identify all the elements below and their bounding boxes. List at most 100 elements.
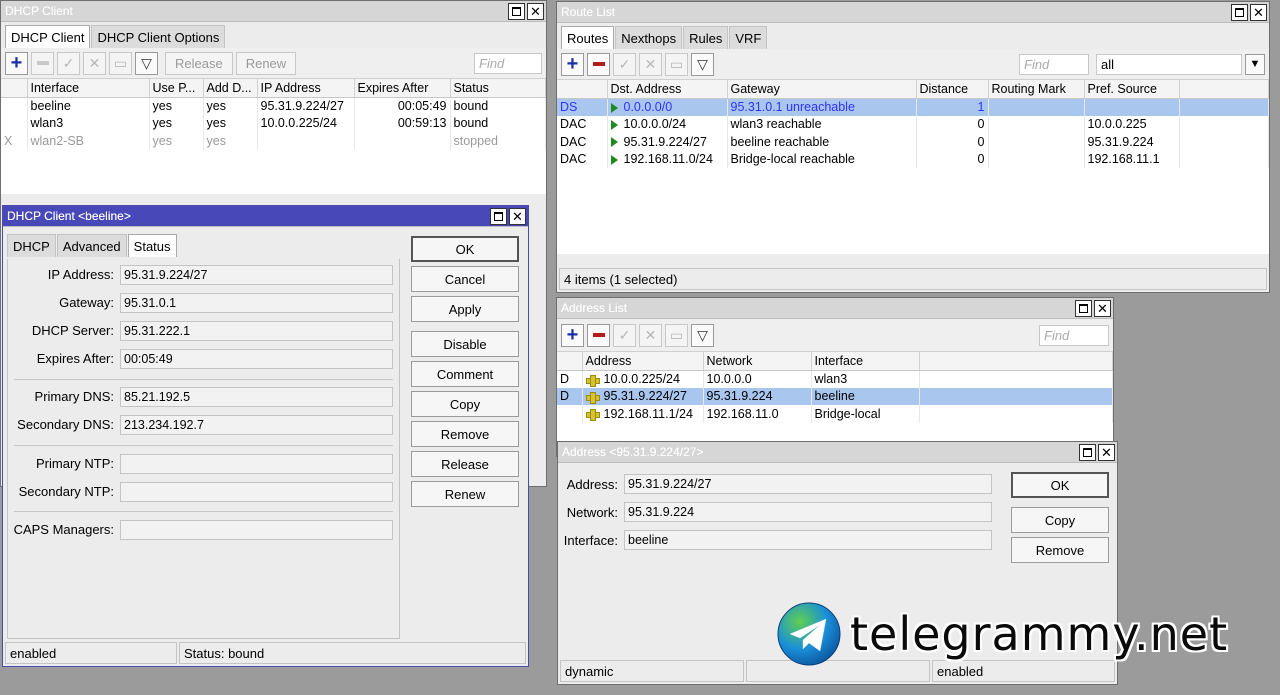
col-status[interactable]: Status — [450, 79, 546, 98]
tab-status[interactable]: Status — [127, 234, 177, 257]
expires-after-field[interactable]: 00:05:49 — [120, 349, 393, 369]
ip-address-field[interactable]: 95.31.9.224/27 — [120, 265, 393, 285]
address-field[interactable]: 95.31.9.224/27 — [624, 474, 992, 494]
tab-advanced[interactable]: Advanced — [56, 234, 127, 257]
table-row[interactable]: DAC 10.0.0.0/24 wlan3 reachable 0 10.0.0… — [557, 115, 1269, 133]
disable-button[interactable]: ✕ — [639, 52, 662, 76]
maximize-icon[interactable] — [1231, 3, 1248, 21]
col-use-peer[interactable]: Use P... — [149, 79, 204, 98]
cancel-button[interactable]: Cancel — [411, 266, 519, 292]
primary-ntp-field[interactable] — [120, 454, 393, 474]
enable-button[interactable]: ✓ — [613, 52, 636, 76]
col-interface[interactable]: Interface — [811, 352, 920, 371]
tab-routes[interactable]: Routes — [561, 26, 615, 49]
comment-button[interactable]: ▭ — [665, 52, 688, 76]
add-button[interactable]: + — [5, 51, 28, 75]
release-button[interactable]: Release — [411, 451, 519, 477]
close-icon[interactable]: ✕ — [509, 207, 526, 225]
add-button[interactable]: + — [561, 323, 584, 347]
maximize-icon[interactable] — [490, 207, 507, 225]
copy-button[interactable]: Copy — [1011, 507, 1109, 533]
close-icon[interactable]: ✕ — [1250, 3, 1267, 21]
dhcp-client-table: Interface Use P... Add D... IP Address E… — [1, 79, 546, 194]
disable-button[interactable]: Disable — [411, 331, 519, 357]
maximize-icon[interactable] — [508, 2, 525, 20]
table-row[interactable]: DAC 192.168.11.0/24 Bridge-local reachab… — [557, 150, 1269, 168]
table-row[interactable]: D 10.0.0.225/24 10.0.0.0 wlan3 — [557, 370, 1113, 388]
maximize-icon[interactable] — [1075, 299, 1092, 317]
col-expires-after[interactable]: Expires After — [354, 79, 451, 98]
table-row[interactable]: 192.168.11.1/24 192.168.11.0 Bridge-loca… — [557, 405, 1113, 423]
ok-button[interactable]: OK — [411, 236, 519, 262]
close-icon[interactable]: ✕ — [1094, 299, 1111, 317]
table-row[interactable]: D 95.31.9.224/27 95.31.9.224 beeline — [557, 387, 1113, 405]
close-icon[interactable]: ✕ — [527, 2, 544, 20]
interface-field[interactable]: beeline — [624, 530, 992, 550]
dhcp-server-field[interactable]: 95.31.222.1 — [120, 321, 393, 341]
enable-button[interactable]: ✓ — [57, 51, 80, 75]
tab-vrf[interactable]: VRF — [729, 26, 768, 49]
col-distance[interactable]: Distance — [916, 80, 989, 99]
network-field[interactable]: 95.31.9.224 — [624, 502, 992, 522]
filter-button[interactable]: ▽ — [691, 52, 714, 76]
comment-button[interactable]: Comment — [411, 361, 519, 387]
enable-button[interactable]: ✓ — [613, 323, 636, 347]
find-input[interactable]: Find — [474, 52, 542, 74]
dhcp-detail-titlebar[interactable]: DHCP Client <beeline> ✕ — [3, 206, 528, 227]
table-row[interactable]: DS 0.0.0.0/0 95.31.0.1 unreachable 1 — [557, 98, 1269, 116]
tab-rules[interactable]: Rules — [683, 26, 729, 49]
copy-button[interactable]: Copy — [411, 391, 519, 417]
col-network[interactable]: Network — [703, 352, 812, 371]
table-row[interactable]: DAC 95.31.9.224/27 beeline reachable 0 9… — [557, 133, 1269, 151]
col-routing-mark[interactable]: Routing Mark — [988, 80, 1085, 99]
tab-dhcp-client[interactable]: DHCP Client — [5, 25, 91, 48]
secondary-dns-field[interactable]: 213.234.192.7 — [120, 415, 393, 435]
apply-button[interactable]: Apply — [411, 296, 519, 322]
col-address[interactable]: Address — [582, 352, 704, 371]
filter-button[interactable]: ▽ — [691, 323, 714, 347]
maximize-icon[interactable] — [1079, 443, 1096, 461]
renew-button[interactable]: Renew — [411, 481, 519, 507]
comment-button[interactable]: ▭ — [665, 323, 688, 347]
ok-button[interactable]: OK — [1011, 472, 1109, 498]
table-row[interactable]: beeline yes yes 95.31.9.224/27 00:05:49 … — [1, 97, 546, 115]
address-icon — [585, 409, 600, 422]
table-row[interactable]: wlan3 yes yes 10.0.0.225/24 00:59:13 bou… — [1, 114, 546, 132]
find-input[interactable]: Find — [1039, 324, 1109, 346]
add-button[interactable]: + — [561, 52, 584, 76]
filter-select[interactable]: all — [1096, 53, 1242, 75]
route-list-titlebar[interactable]: Route List ✕ — [557, 2, 1269, 23]
minus-icon — [592, 333, 605, 337]
disable-button[interactable]: ✕ — [83, 51, 106, 75]
remove-button[interactable] — [587, 323, 610, 347]
col-ip-address[interactable]: IP Address — [257, 79, 355, 98]
col-interface[interactable]: Interface — [27, 79, 150, 98]
close-icon[interactable]: ✕ — [1098, 443, 1115, 461]
address-detail-titlebar[interactable]: Address <95.31.9.224/27> ✕ — [558, 442, 1117, 463]
table-row[interactable]: X wlan2-SB yes yes stopped — [1, 132, 546, 150]
col-gateway[interactable]: Gateway — [727, 80, 917, 99]
tab-nexthops[interactable]: Nexthops — [615, 26, 683, 49]
remove-button[interactable] — [31, 51, 54, 75]
col-add-default[interactable]: Add D... — [203, 79, 258, 98]
tab-dhcp[interactable]: DHCP — [7, 234, 56, 257]
remove-button[interactable]: Remove — [1011, 537, 1109, 563]
release-button[interactable]: Release — [165, 51, 233, 75]
renew-button[interactable]: Renew — [235, 51, 297, 75]
find-input[interactable]: Find — [1019, 53, 1089, 75]
caps-managers-field[interactable] — [120, 520, 393, 540]
tab-dhcp-client-options[interactable]: DHCP Client Options — [91, 25, 226, 48]
col-pref-source[interactable]: Pref. Source — [1084, 80, 1180, 99]
dropdown-icon[interactable]: ▼ — [1245, 53, 1265, 75]
secondary-ntp-field[interactable] — [120, 482, 393, 502]
disable-button[interactable]: ✕ — [639, 323, 662, 347]
address-list-titlebar[interactable]: Address List ✕ — [557, 298, 1113, 319]
remove-button[interactable] — [587, 52, 610, 76]
col-dst-address[interactable]: Dst. Address — [607, 80, 728, 99]
gateway-field[interactable]: 95.31.0.1 — [120, 293, 393, 313]
comment-button[interactable]: ▭ — [109, 51, 132, 75]
filter-button[interactable]: ▽ — [135, 51, 158, 75]
remove-button[interactable]: Remove — [411, 421, 519, 447]
dhcp-client-titlebar[interactable]: DHCP Client ✕ — [1, 1, 546, 22]
primary-dns-field[interactable]: 85.21.192.5 — [120, 387, 393, 407]
